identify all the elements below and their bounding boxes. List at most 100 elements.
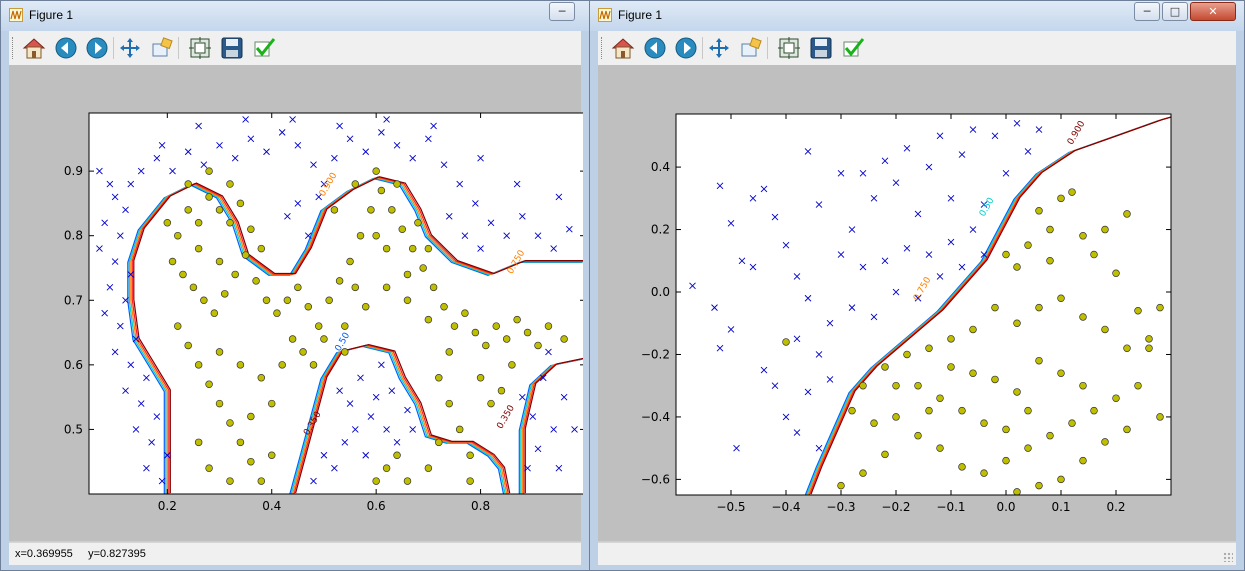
title-bar[interactable]: Figure 1 ─ □ ✕: [590, 1, 1244, 31]
status-bar: x=0.369955 y=0.827395: [9, 542, 581, 565]
resize-grip[interactable]: [1223, 552, 1233, 562]
data-point-positive: [534, 341, 542, 350]
close-button[interactable]: ✕: [1190, 2, 1236, 21]
data-point-positive: [351, 283, 360, 292]
data-point-positive: [1079, 313, 1087, 321]
data-point-positive: [215, 399, 224, 408]
data-point-positive: [1079, 232, 1087, 240]
data-point-positive: [1013, 319, 1021, 327]
edit-button[interactable]: [251, 35, 277, 61]
data-point-positive: [1035, 481, 1043, 490]
data-point-positive: [309, 361, 318, 369]
data-point-positive: [1046, 225, 1054, 234]
zoom-rect-icon: [741, 37, 762, 57]
checkmark-icon: [254, 38, 276, 57]
save-button[interactable]: [219, 35, 245, 61]
back-button[interactable]: [642, 35, 668, 61]
data-point-positive: [881, 450, 889, 459]
data-point-positive: [1123, 210, 1131, 218]
toolbar-grip[interactable]: [12, 37, 16, 59]
data-point-positive: [194, 219, 203, 227]
minimize-button[interactable]: ─: [549, 2, 575, 21]
subplots-button[interactable]: [776, 35, 802, 61]
data-point-positive: [1002, 425, 1010, 434]
data-point-positive: [205, 167, 213, 175]
data-point-positive: [267, 399, 276, 408]
save-button[interactable]: [808, 35, 834, 61]
data-point-positive: [247, 225, 255, 233]
back-button[interactable]: [53, 35, 79, 61]
data-point-positive: [393, 180, 401, 188]
data-point-positive: [325, 296, 333, 305]
data-point-positive: [1090, 406, 1098, 415]
maximize-button[interactable]: □: [1162, 2, 1188, 21]
data-point-positive: [440, 302, 448, 311]
data-point-positive: [1002, 456, 1010, 465]
data-point-positive: [859, 469, 867, 477]
navigation-toolbar: [9, 31, 581, 66]
data-point-positive: [194, 438, 203, 447]
figure-canvas[interactable]: 0.900 0.750 0.50 −0.5 −0.4 −0.3 −0.2 −0.1 0.0 0.1…: [598, 65, 1236, 541]
data-point-positive: [403, 296, 412, 305]
edit-button[interactable]: [840, 35, 866, 61]
data-point-positive: [174, 231, 182, 240]
forward-arrow-icon: [675, 37, 697, 59]
y-tick-label: −0.2: [641, 347, 670, 361]
data-point-positive: [914, 431, 922, 440]
pan-move-icon: [709, 38, 729, 58]
data-point-positive: [492, 322, 500, 330]
data-point-positive: [936, 444, 944, 452]
data-point-positive: [215, 206, 224, 214]
cursor-coordinates: x=0.369955 y=0.827395: [15, 548, 146, 560]
data-point-positive: [1035, 303, 1043, 312]
data-point-positive: [168, 257, 177, 266]
home-icon: [22, 38, 46, 59]
zoom-button[interactable]: [738, 35, 764, 61]
data-point-positive: [419, 264, 427, 272]
data-point-positive: [471, 328, 480, 337]
home-button[interactable]: [610, 35, 636, 61]
data-point-positive: [163, 219, 172, 227]
data-point-positive: [226, 477, 234, 485]
home-button[interactable]: [21, 35, 47, 61]
data-point-positive: [936, 394, 944, 402]
data-point-positive: [1002, 250, 1010, 259]
data-point-positive: [1068, 419, 1076, 427]
data-point-positive: [414, 219, 422, 227]
y-tick-label: 0.8: [64, 229, 83, 243]
figure-canvas[interactable]: 0.900 0.750 0.350 0.350 0.50 0.2 0.4 0.6 0.8 0.5 0…: [9, 65, 586, 541]
title-bar[interactable]: Figure 1 ─: [1, 1, 589, 31]
data-point-positive: [294, 283, 302, 292]
data-point-positive: [1156, 413, 1164, 421]
forward-button[interactable]: [84, 35, 110, 61]
subplots-button[interactable]: [187, 35, 213, 61]
x-tick-label: −0.5: [716, 500, 745, 514]
pan-move-icon: [120, 38, 140, 58]
data-point-positive: [174, 322, 182, 330]
pan-button[interactable]: [706, 35, 732, 61]
minimize-button[interactable]: ─: [1134, 2, 1160, 21]
x-tick-label: 0.8: [471, 499, 490, 513]
data-point-positive: [367, 206, 375, 214]
toolbar-grip[interactable]: [601, 37, 605, 59]
data-point-positive: [1057, 194, 1065, 203]
data-point-positive: [372, 477, 380, 485]
data-point-positive: [388, 206, 396, 214]
pan-button[interactable]: [117, 35, 143, 61]
data-point-positive: [382, 283, 391, 292]
plot-left[interactable]: 0.9000.7500.350 0.3500.500.2 0.4 0.6 0.80.50…: [9, 65, 586, 541]
zoom-button[interactable]: [149, 35, 175, 61]
data-point-positive: [502, 335, 511, 343]
data-point-positive: [247, 457, 255, 466]
data-point-positive: [226, 419, 234, 427]
navigation-toolbar: [598, 31, 1236, 66]
data-point-positive: [782, 338, 790, 346]
y-tick-label: −0.6: [641, 472, 670, 486]
data-point-positive: [226, 219, 234, 227]
forward-button[interactable]: [673, 35, 699, 61]
plot-right[interactable]: 0.9000.7500.50−0.5 −0.4 −0.3 −0.2 −0.1 0.0 0.1…: [598, 65, 1238, 541]
data-point-positive: [991, 375, 999, 384]
configure-subplots-icon: [189, 37, 211, 59]
window-title: Figure 1: [618, 8, 663, 22]
data-point-positive: [278, 361, 286, 369]
